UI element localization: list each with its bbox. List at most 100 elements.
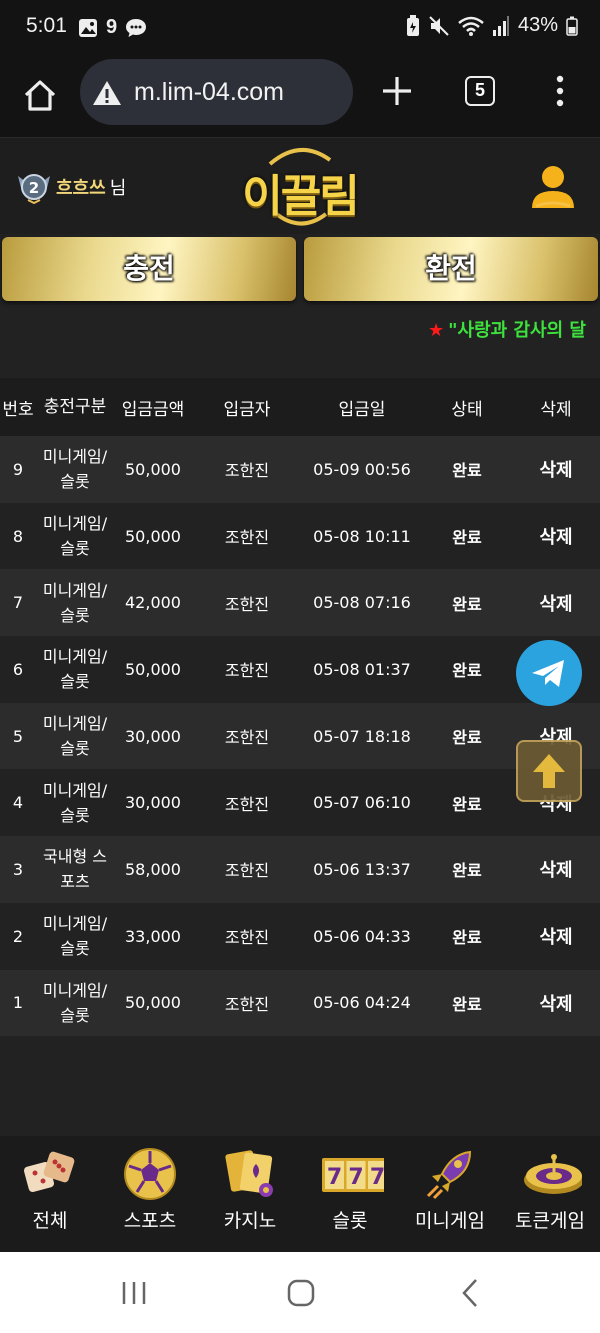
arrow-up-icon (533, 754, 565, 788)
cell-type-line1: 국내형 스 (43, 847, 107, 867)
cell-type: 미니게임/슬롯 (36, 578, 114, 628)
delete-button[interactable]: 삭제 (512, 856, 600, 882)
nav-item-minigame[interactable]: 미니게임 (400, 1136, 500, 1252)
new-tab-icon[interactable] (380, 74, 414, 108)
tab-switcher-button[interactable]: 5 (465, 76, 495, 106)
col-header-type: 충전구분 (43, 396, 107, 417)
site-header: 2 흐흐쓰 님 이끌림 (0, 138, 600, 234)
cell-number: 6 (12, 659, 24, 679)
cell-number: 2 (12, 926, 24, 946)
table-row: 2 미니게임/슬롯 33,000 조한진 05-06 04:33 완료 삭제 (0, 902, 600, 970)
nav-label-slot: 슬롯 (332, 1210, 368, 1232)
chat-icon (126, 18, 147, 37)
col-header-delete: 삭제 (540, 399, 572, 420)
cell-status: 완료 (452, 461, 482, 481)
warning-icon[interactable] (92, 79, 122, 107)
status-system-icons: 43% (406, 14, 578, 37)
nav-label-all: 전체 (32, 1210, 68, 1232)
recent-apps-icon[interactable] (120, 1280, 148, 1306)
cell-date: 05-08 07:16 (313, 593, 411, 613)
telegram-icon (532, 660, 564, 687)
table-body: 9 미니게임/슬롯 50,000 조한진 05-09 00:56 완료 삭제 8 미니게임/슬롯… (0, 436, 600, 1037)
col-header-number: 번호 (2, 399, 34, 420)
table-row: 5 미니게임/슬롯 30,000 조한진 05-07 18:18 완료 삭제 (0, 702, 600, 770)
user-badge[interactable]: 2 흐흐쓰 님 (16, 170, 126, 204)
cell-amount: 50,000 (125, 526, 181, 546)
cell-number: 5 (12, 726, 24, 746)
home-icon[interactable] (20, 76, 60, 116)
cell-amount: 33,000 (125, 926, 181, 946)
rocket-icon (426, 1150, 472, 1200)
mute-icon (429, 15, 449, 36)
level-badge-icon: 2 (18, 174, 50, 204)
deposit-history-table: 번호 충전구분 입금금액 입금자 입금일 상태 삭제 9 미니게임/슬롯 50,00… (0, 378, 600, 1037)
cell-type: 미니게임/슬롯 (36, 911, 114, 961)
address-bar[interactable]: m.lim-04.com (80, 59, 353, 125)
nav-item-slot[interactable]: 7 7 7 슬롯 (300, 1136, 400, 1252)
cell-date: 05-08 10:11 (313, 526, 411, 546)
cell-amount: 58,000 (125, 859, 181, 879)
delete-button[interactable]: 삭제 (512, 990, 600, 1016)
nav-label-tokengame: 토큰게임 (515, 1210, 585, 1232)
col-header-date: 입금일 (338, 399, 386, 420)
cell-type: 미니게임/슬롯 (36, 444, 114, 494)
cell-number: 4 (12, 793, 24, 813)
cell-type-line2: 슬롯 (60, 1005, 90, 1025)
table-row: 8 미니게임/슬롯 50,000 조한진 05-08 10:11 완료 삭제 (0, 502, 600, 570)
delete-button[interactable]: 삭제 (512, 590, 600, 616)
cell-type-line2: 슬롯 (60, 739, 90, 759)
cell-status: 완료 (452, 528, 482, 548)
cell-type-line1: 미니게임/ (42, 780, 108, 800)
marquee-text: "사랑과 감사의 달 (448, 320, 586, 341)
cell-type: 미니게임/슬롯 (36, 978, 114, 1028)
battery-percent: 43% (517, 14, 558, 36)
notif-count-icon: 9 (106, 16, 118, 38)
cell-type: 국내형 스 포츠 (36, 844, 114, 894)
site-logo[interactable]: 이끌림 (240, 142, 360, 228)
status-time: 5:01 (26, 14, 67, 37)
nav-label-minigame: 미니게임 (415, 1210, 485, 1232)
nav-item-all[interactable]: 전체 (0, 1136, 100, 1252)
cell-amount: 50,000 (125, 459, 181, 479)
cell-number: 9 (12, 459, 24, 479)
cell-type-line2: 슬롯 (60, 672, 90, 692)
cell-status: 완료 (452, 928, 482, 948)
nav-item-sports[interactable]: 스포츠 (100, 1136, 200, 1252)
action-buttons: 충전 환전 (0, 237, 600, 303)
delete-button[interactable]: 삭제 (512, 456, 600, 482)
telegram-button[interactable] (516, 640, 582, 706)
bottom-nav: 전체 스포츠 카지노 7 7 7 슬롯 미니게임 토큰게임 (0, 1136, 600, 1252)
cell-type-line2: 슬롯 (60, 805, 90, 825)
home-nav-icon[interactable] (287, 1279, 315, 1307)
cell-date: 05-06 04:33 (313, 926, 411, 946)
exchange-button[interactable]: 환전 (304, 237, 598, 301)
delete-button[interactable]: 삭제 (512, 523, 600, 549)
url-text[interactable]: m.lim-04.com (134, 78, 284, 107)
nav-label-sports: 스포츠 (123, 1210, 177, 1232)
user-name: 흐흐쓰 (56, 178, 106, 199)
cell-type: 미니게임/슬롯 (36, 711, 114, 761)
svg-text:7: 7 (370, 1165, 384, 1190)
cell-type: 미니게임/슬롯 (36, 778, 114, 828)
cell-date: 05-08 01:37 (313, 659, 411, 679)
delete-button[interactable]: 삭제 (512, 923, 600, 949)
cell-type-line1: 미니게임/ (42, 980, 108, 1000)
cell-number: 3 (12, 859, 24, 879)
roulette-icon (524, 1154, 582, 1194)
cell-type-line1: 미니게임/ (42, 514, 108, 534)
cell-status: 완료 (452, 861, 482, 881)
wifi-icon (458, 16, 484, 36)
cell-depositor: 조한진 (224, 728, 270, 748)
more-menu-icon[interactable] (555, 74, 565, 108)
back-icon[interactable] (460, 1278, 480, 1308)
profile-icon[interactable] (528, 162, 578, 212)
charge-button[interactable]: 충전 (2, 237, 296, 301)
cell-status: 완료 (452, 728, 482, 748)
cell-status: 완료 (452, 994, 482, 1014)
nav-item-tokengame[interactable]: 토큰게임 (500, 1136, 600, 1252)
nav-item-casino[interactable]: 카지노 (200, 1136, 300, 1252)
cell-type-line2: 슬롯 (60, 939, 90, 959)
table-row: 1 미니게임/슬롯 50,000 조한진 05-06 04:24 완료 삭제 (0, 969, 600, 1037)
cell-type-line1: 미니게임/ (42, 447, 108, 467)
scroll-top-button[interactable] (516, 740, 582, 802)
